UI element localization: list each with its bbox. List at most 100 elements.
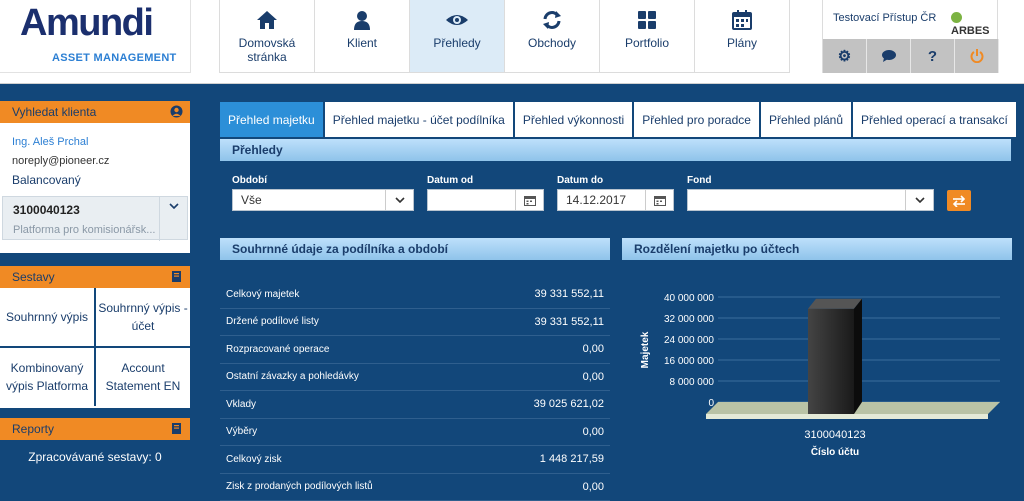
overview-tabs: Přehled majetku Přehled majetku - účet p… xyxy=(220,102,1018,137)
report-status-panel: Reporty Zpracovávané sestavy: 0 xyxy=(0,418,190,474)
date-to-input[interactable]: 14.12.2017 xyxy=(557,189,674,211)
y-axis-label: Majetek xyxy=(640,331,651,368)
nav-plans-label: Plány xyxy=(726,36,758,50)
row-label: Celkový majetek xyxy=(226,288,300,300)
nav-client[interactable]: Klient xyxy=(314,0,410,73)
period-label: Období xyxy=(232,175,267,186)
y-tick-label: 40 000 000 xyxy=(664,293,714,304)
tab-performance[interactable]: Přehled výkonnosti xyxy=(514,102,633,137)
fund-dropdown[interactable] xyxy=(905,190,933,210)
reports-header: Sestavy xyxy=(0,266,190,288)
table-row: Výběry 0,00 xyxy=(220,419,610,446)
bar-top xyxy=(808,298,862,309)
row-label: Celkový zisk xyxy=(226,453,282,465)
tool-row: ⚙ ? xyxy=(823,39,999,73)
top-bar: Amundi ASSET MANAGEMENT Domovská stránka… xyxy=(0,0,1024,84)
client-profile: Balancovaný xyxy=(12,173,81,187)
book-icon xyxy=(172,423,181,434)
period-dropdown[interactable] xyxy=(385,190,413,210)
find-client-title: Vyhledat klienta xyxy=(12,105,97,119)
processing-count: Zpracovávané sestavy: 0 xyxy=(0,440,190,474)
tab-advisor[interactable]: Přehled pro poradce xyxy=(634,102,759,137)
tab-asset-overview-account[interactable]: Přehled majetku - účet podílníka xyxy=(324,102,513,137)
client-email: noreply@pioneer.cz xyxy=(12,155,110,167)
calendar-icon xyxy=(732,10,752,30)
y-tick-label: 32 000 000 xyxy=(664,314,714,325)
main-nav: Domovská stránka Klient Přehledy Obchody… xyxy=(219,0,790,73)
chevron-down-icon xyxy=(914,197,925,203)
date-from-input[interactable] xyxy=(427,189,544,211)
date-to-label: Datum do xyxy=(557,175,604,186)
nav-overviews[interactable]: Přehledy xyxy=(409,0,505,73)
row-label: Zisk z prodaných podílových listů xyxy=(226,481,373,493)
table-row: Celkový zisk 1 448 217,59 xyxy=(220,446,610,474)
gear-icon: ⚙ xyxy=(837,48,852,65)
nav-trades[interactable]: Obchody xyxy=(504,0,600,73)
account-dropdown-button[interactable] xyxy=(159,197,187,241)
user-panel: Testovací Přístup ČR ARBES ⚙ ? xyxy=(822,0,999,73)
nav-plans[interactable]: Plány xyxy=(694,0,790,73)
arbes-dot-icon xyxy=(951,12,962,23)
bar-chart: 08 000 00016 000 00024 000 00032 000 000… xyxy=(640,293,1000,458)
arbes-logo: ARBES xyxy=(951,12,997,37)
row-label: Vklady xyxy=(226,398,257,410)
fund-select[interactable] xyxy=(687,189,934,211)
chat-icon xyxy=(881,50,896,62)
report-combined-platform[interactable]: Kombinovaný výpis Platforma xyxy=(0,348,94,406)
chevron-down-icon xyxy=(168,203,179,209)
tab-plans[interactable]: Přehled plánů xyxy=(760,102,852,137)
nav-home[interactable]: Domovská stránka xyxy=(219,0,315,73)
logo-text: Amundi xyxy=(20,2,154,44)
messages-button[interactable] xyxy=(867,39,911,73)
reports-title: Sestavy xyxy=(12,270,55,284)
report-account-statement-en[interactable]: Account Statement EN xyxy=(96,348,190,406)
calendar-icon xyxy=(523,195,536,206)
row-value: 39 331 552,11 xyxy=(534,288,604,301)
period-value: Vše xyxy=(241,193,262,207)
date-to-picker[interactable] xyxy=(645,190,673,210)
account-platform: Platforma pro komisionářsk... xyxy=(13,224,156,236)
y-tick-label: 8 000 000 xyxy=(670,377,715,388)
row-value: 0,00 xyxy=(582,370,604,383)
amundi-logo[interactable]: Amundi ASSET MANAGEMENT xyxy=(0,0,191,73)
table-row: Celkový majetek 39 331 552,11 xyxy=(220,281,610,309)
bar-side xyxy=(854,298,862,414)
user-icon xyxy=(354,11,370,30)
row-value: 1 448 217,59 xyxy=(539,453,604,466)
row-value: 0,00 xyxy=(582,480,604,493)
nav-trades-label: Obchody xyxy=(527,36,577,50)
report-header: Reporty xyxy=(0,418,190,440)
report-summary[interactable]: Souhrnný výpis xyxy=(0,288,94,346)
report-summary-account[interactable]: Souhrnný výpis - účet xyxy=(96,288,190,346)
eye-icon xyxy=(446,15,468,25)
settings-button[interactable]: ⚙ xyxy=(823,39,867,73)
user-search-icon xyxy=(170,105,183,118)
client-name[interactable]: Ing. Aleš Prchal xyxy=(12,133,178,152)
account-select[interactable]: 3100040123 Platforma pro komisionářsk... xyxy=(2,196,188,241)
chevron-down-icon xyxy=(394,197,405,203)
chart-body: 08 000 000 16 000 000 24 000 000 32 000 000… xyxy=(622,260,1012,458)
period-select[interactable]: Vše xyxy=(232,189,414,211)
table-row: Rozpracované operace 0,00 xyxy=(220,336,610,364)
find-client-header[interactable]: Vyhledat klienta xyxy=(0,101,190,123)
row-value: 0,00 xyxy=(582,425,604,438)
refresh-icon xyxy=(543,11,561,29)
chart-panel: Rozdělení majetku po účtech 08 000 000 16… xyxy=(622,238,1012,458)
table-row: Zisk z prodaných podílových listů 0,00 xyxy=(220,474,610,501)
swap-button[interactable] xyxy=(947,190,971,211)
date-from-label: Datum od xyxy=(427,175,474,186)
tab-asset-overview[interactable]: Přehled majetku xyxy=(220,102,323,137)
help-button[interactable]: ? xyxy=(911,39,955,73)
date-from-picker[interactable] xyxy=(515,190,543,210)
report-title: Reporty xyxy=(12,422,55,436)
reports-panel: Sestavy Souhrnný výpis Souhrnný výpis - … xyxy=(0,266,190,408)
nav-portfolio[interactable]: Portfolio xyxy=(599,0,695,73)
swap-icon xyxy=(952,194,966,207)
y-tick-label: 24 000 000 xyxy=(664,335,714,346)
access-name: Testovací Přístup ČR xyxy=(833,12,937,24)
tab-operations[interactable]: Přehled operací a transakcí xyxy=(853,102,1016,137)
find-client-panel: Vyhledat klienta Ing. Aleš Prchal norepl… xyxy=(0,101,190,253)
nav-portfolio-label: Portfolio xyxy=(624,36,670,50)
filter-panel: Přehledy Období Vše Datum od Datum do 14… xyxy=(220,139,1011,227)
logout-button[interactable] xyxy=(955,39,999,73)
